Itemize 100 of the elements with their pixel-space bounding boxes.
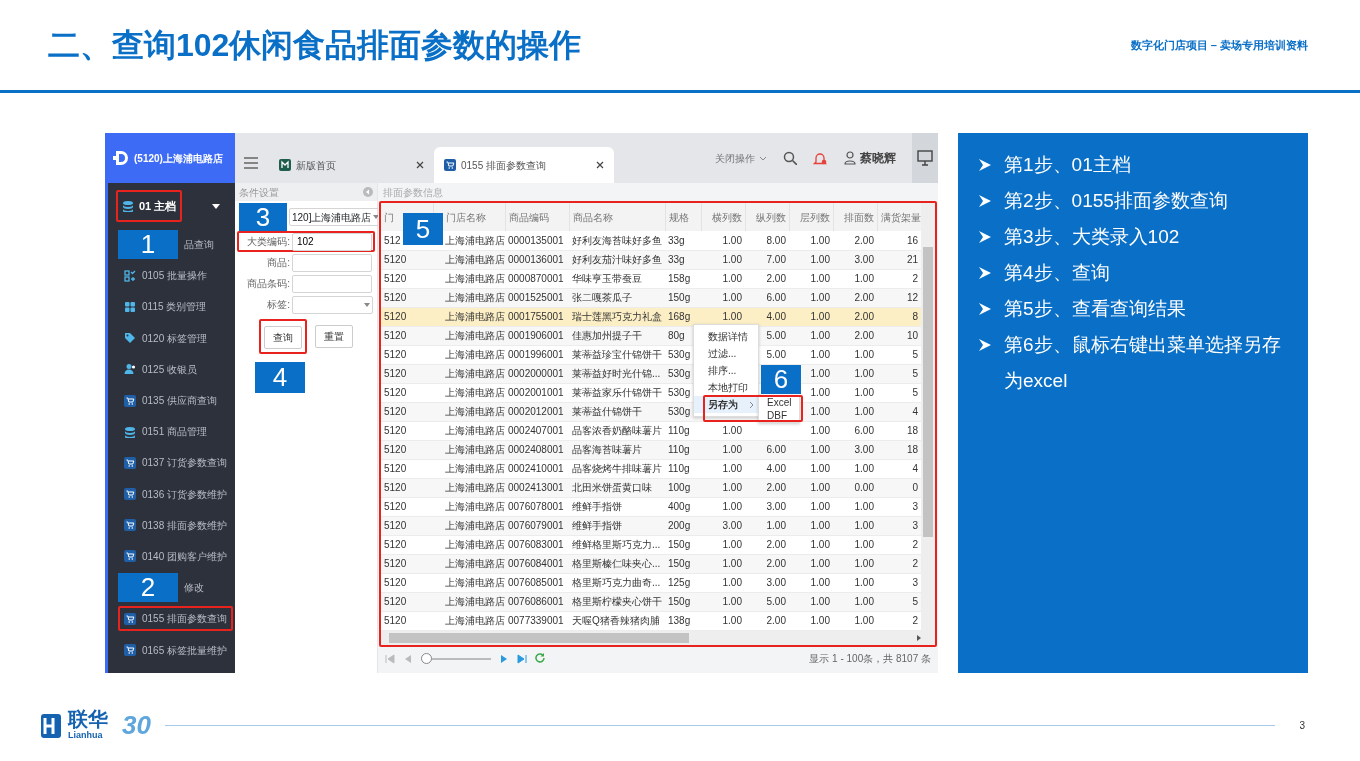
first-page-icon[interactable]: [385, 653, 395, 664]
table-cell: 2: [912, 273, 918, 284]
panel-title: 条件设置: [239, 185, 279, 200]
table-cell: 1.00: [810, 368, 830, 379]
close-icon[interactable]: [596, 161, 605, 169]
table-cell: 格里斯巧克力曲奇...: [572, 577, 661, 588]
table-cell: 莱蒂益好时光什锦...: [572, 368, 661, 379]
table-cell: 上海浦电路店: [445, 273, 505, 284]
table-cell: 3.00: [766, 501, 786, 512]
sidebar-item[interactable]: 0138 排面参数维护: [118, 512, 234, 538]
input-field[interactable]: [292, 274, 372, 293]
table-cell: 1.00: [722, 311, 742, 322]
table-cell: 5120: [384, 292, 407, 303]
input-field[interactable]: 102: [292, 232, 372, 251]
next-page-icon[interactable]: [499, 653, 509, 664]
menu-item[interactable]: 过滤...: [694, 345, 758, 362]
table-cell: 3.00: [854, 444, 874, 455]
previous-page-icon[interactable]: [403, 653, 413, 664]
menu-item[interactable]: 本地打印: [694, 379, 758, 396]
sidebar-item[interactable]: 0120 标签管理: [118, 325, 214, 351]
table-cell: 2: [912, 615, 918, 626]
table-cell: 10: [906, 330, 918, 341]
sidebar-item[interactable]: 品查询: [178, 232, 220, 258]
table-cell: 0076078001: [508, 501, 564, 512]
menu-group-header[interactable]: 01 主档: [116, 189, 183, 223]
menu-item[interactable]: DBF: [759, 409, 799, 422]
sidebar-item[interactable]: 0115 类别管理: [118, 294, 213, 320]
table-cell: 1.00: [810, 425, 830, 436]
table-cell: 1.00: [722, 444, 742, 455]
monitor-icon: [917, 150, 933, 166]
menu-item[interactable]: 数据详情: [694, 328, 758, 345]
close-menu-button[interactable]: 关闭操作: [715, 150, 767, 166]
cart-icon: [444, 159, 456, 171]
table-cell: 158g: [668, 273, 691, 284]
tab[interactable]: 新版首页: [269, 147, 434, 183]
table-cell: 5120: [384, 558, 407, 569]
table-cell: 1.00: [810, 406, 830, 417]
column-header[interactable]: 门: [384, 211, 394, 223]
sidebar-item[interactable]: 修改: [178, 575, 210, 601]
slider-thumb[interactable]: [421, 653, 432, 664]
sidebar-item[interactable]: 0151 商品管理: [118, 419, 214, 445]
table-cell: 400g: [668, 501, 691, 512]
dropdown[interactable]: [292, 295, 373, 314]
column-header[interactable]: 商品名称: [572, 211, 613, 223]
cart-icon: [124, 394, 136, 407]
screen-button[interactable]: [912, 133, 938, 183]
search-icon[interactable]: [783, 151, 797, 165]
sidebar-item[interactable]: 0155 排面参数查询: [118, 606, 234, 632]
close-icon[interactable]: [416, 161, 424, 169]
sidebar-item[interactable]: 0136 订货参数维护: [118, 481, 234, 507]
table-cell: 1.00: [854, 615, 874, 626]
company-logo-icon: [40, 712, 62, 739]
table-cell: 1.00: [810, 444, 830, 455]
menu-item[interactable]: 排序...: [694, 362, 758, 379]
sidebar-item[interactable]: 0165 标签批量维护: [118, 637, 234, 663]
table-cell: 上海浦电路店: [445, 349, 505, 360]
arrow-bullet-icon: [978, 338, 992, 352]
table-cell: 3: [912, 577, 918, 588]
table-cell: 1.00: [722, 254, 742, 265]
step-text: 第3步、大类录入102: [1004, 225, 1180, 249]
table-cell: 5.00: [766, 596, 786, 607]
table-cell: 16: [906, 234, 918, 246]
table-cell: 莱蒂益珍宝什锦饼干: [572, 349, 662, 360]
table-cell: 100g: [668, 482, 691, 493]
table-cell: 上海浦电路店: [445, 330, 505, 341]
user-menu[interactable]: 蔡晓辉: [844, 149, 896, 167]
sidebar-item[interactable]: 0137 订货参数查询: [118, 450, 234, 476]
sidebar-item[interactable]: 0105 批量操作: [118, 263, 214, 289]
query-button[interactable]: 查询: [264, 326, 302, 349]
input-field[interactable]: [292, 253, 372, 272]
table-cell: 18: [906, 444, 918, 455]
sidebar-item[interactable]: 0135 供应商查询: [118, 388, 224, 414]
arrow-bullet-icon: [978, 194, 992, 208]
table-cell: 莱蒂益家乐什锦饼干: [572, 387, 662, 398]
bell-icon[interactable]: [813, 150, 828, 166]
table-cell: 1.00: [810, 311, 830, 322]
last-page-icon[interactable]: [517, 653, 527, 664]
menu-item[interactable]: Excel: [759, 396, 799, 409]
table-cell: 维鲜手指饼: [572, 520, 622, 531]
callout-badge: 2: [118, 573, 178, 603]
scrollbar-thumb[interactable]: [923, 247, 933, 537]
scrollbar-thumb[interactable]: [389, 632, 689, 643]
table-cell: 5120: [384, 539, 407, 550]
table-cell: 1.00: [810, 539, 830, 550]
reset-button[interactable]: 重置: [315, 325, 353, 348]
refresh-icon[interactable]: [535, 653, 546, 664]
sidebar-item[interactable]: 0140 团购客户维护: [118, 543, 234, 569]
table-cell: 上海浦电路店: [445, 311, 505, 322]
table-cell: 4: [912, 406, 918, 417]
caret-icon[interactable]: [211, 201, 221, 211]
collapse-icon[interactable]: [363, 187, 373, 197]
table-cell: 1.00: [722, 501, 742, 512]
tab[interactable]: 0155 排面参数查询: [434, 147, 615, 183]
menu-icon[interactable]: [243, 155, 259, 171]
table-cell: 5: [912, 349, 918, 360]
vertical-scrollbar[interactable]: [921, 203, 935, 645]
table-cell: 0002410001: [508, 463, 564, 474]
sidebar-item[interactable]: 0125 收银员: [118, 356, 204, 382]
step-text: 第6步、鼠标右键出菜单选择另存为excel: [1004, 333, 1282, 393]
section-title: 排面参数信息: [382, 185, 444, 200]
